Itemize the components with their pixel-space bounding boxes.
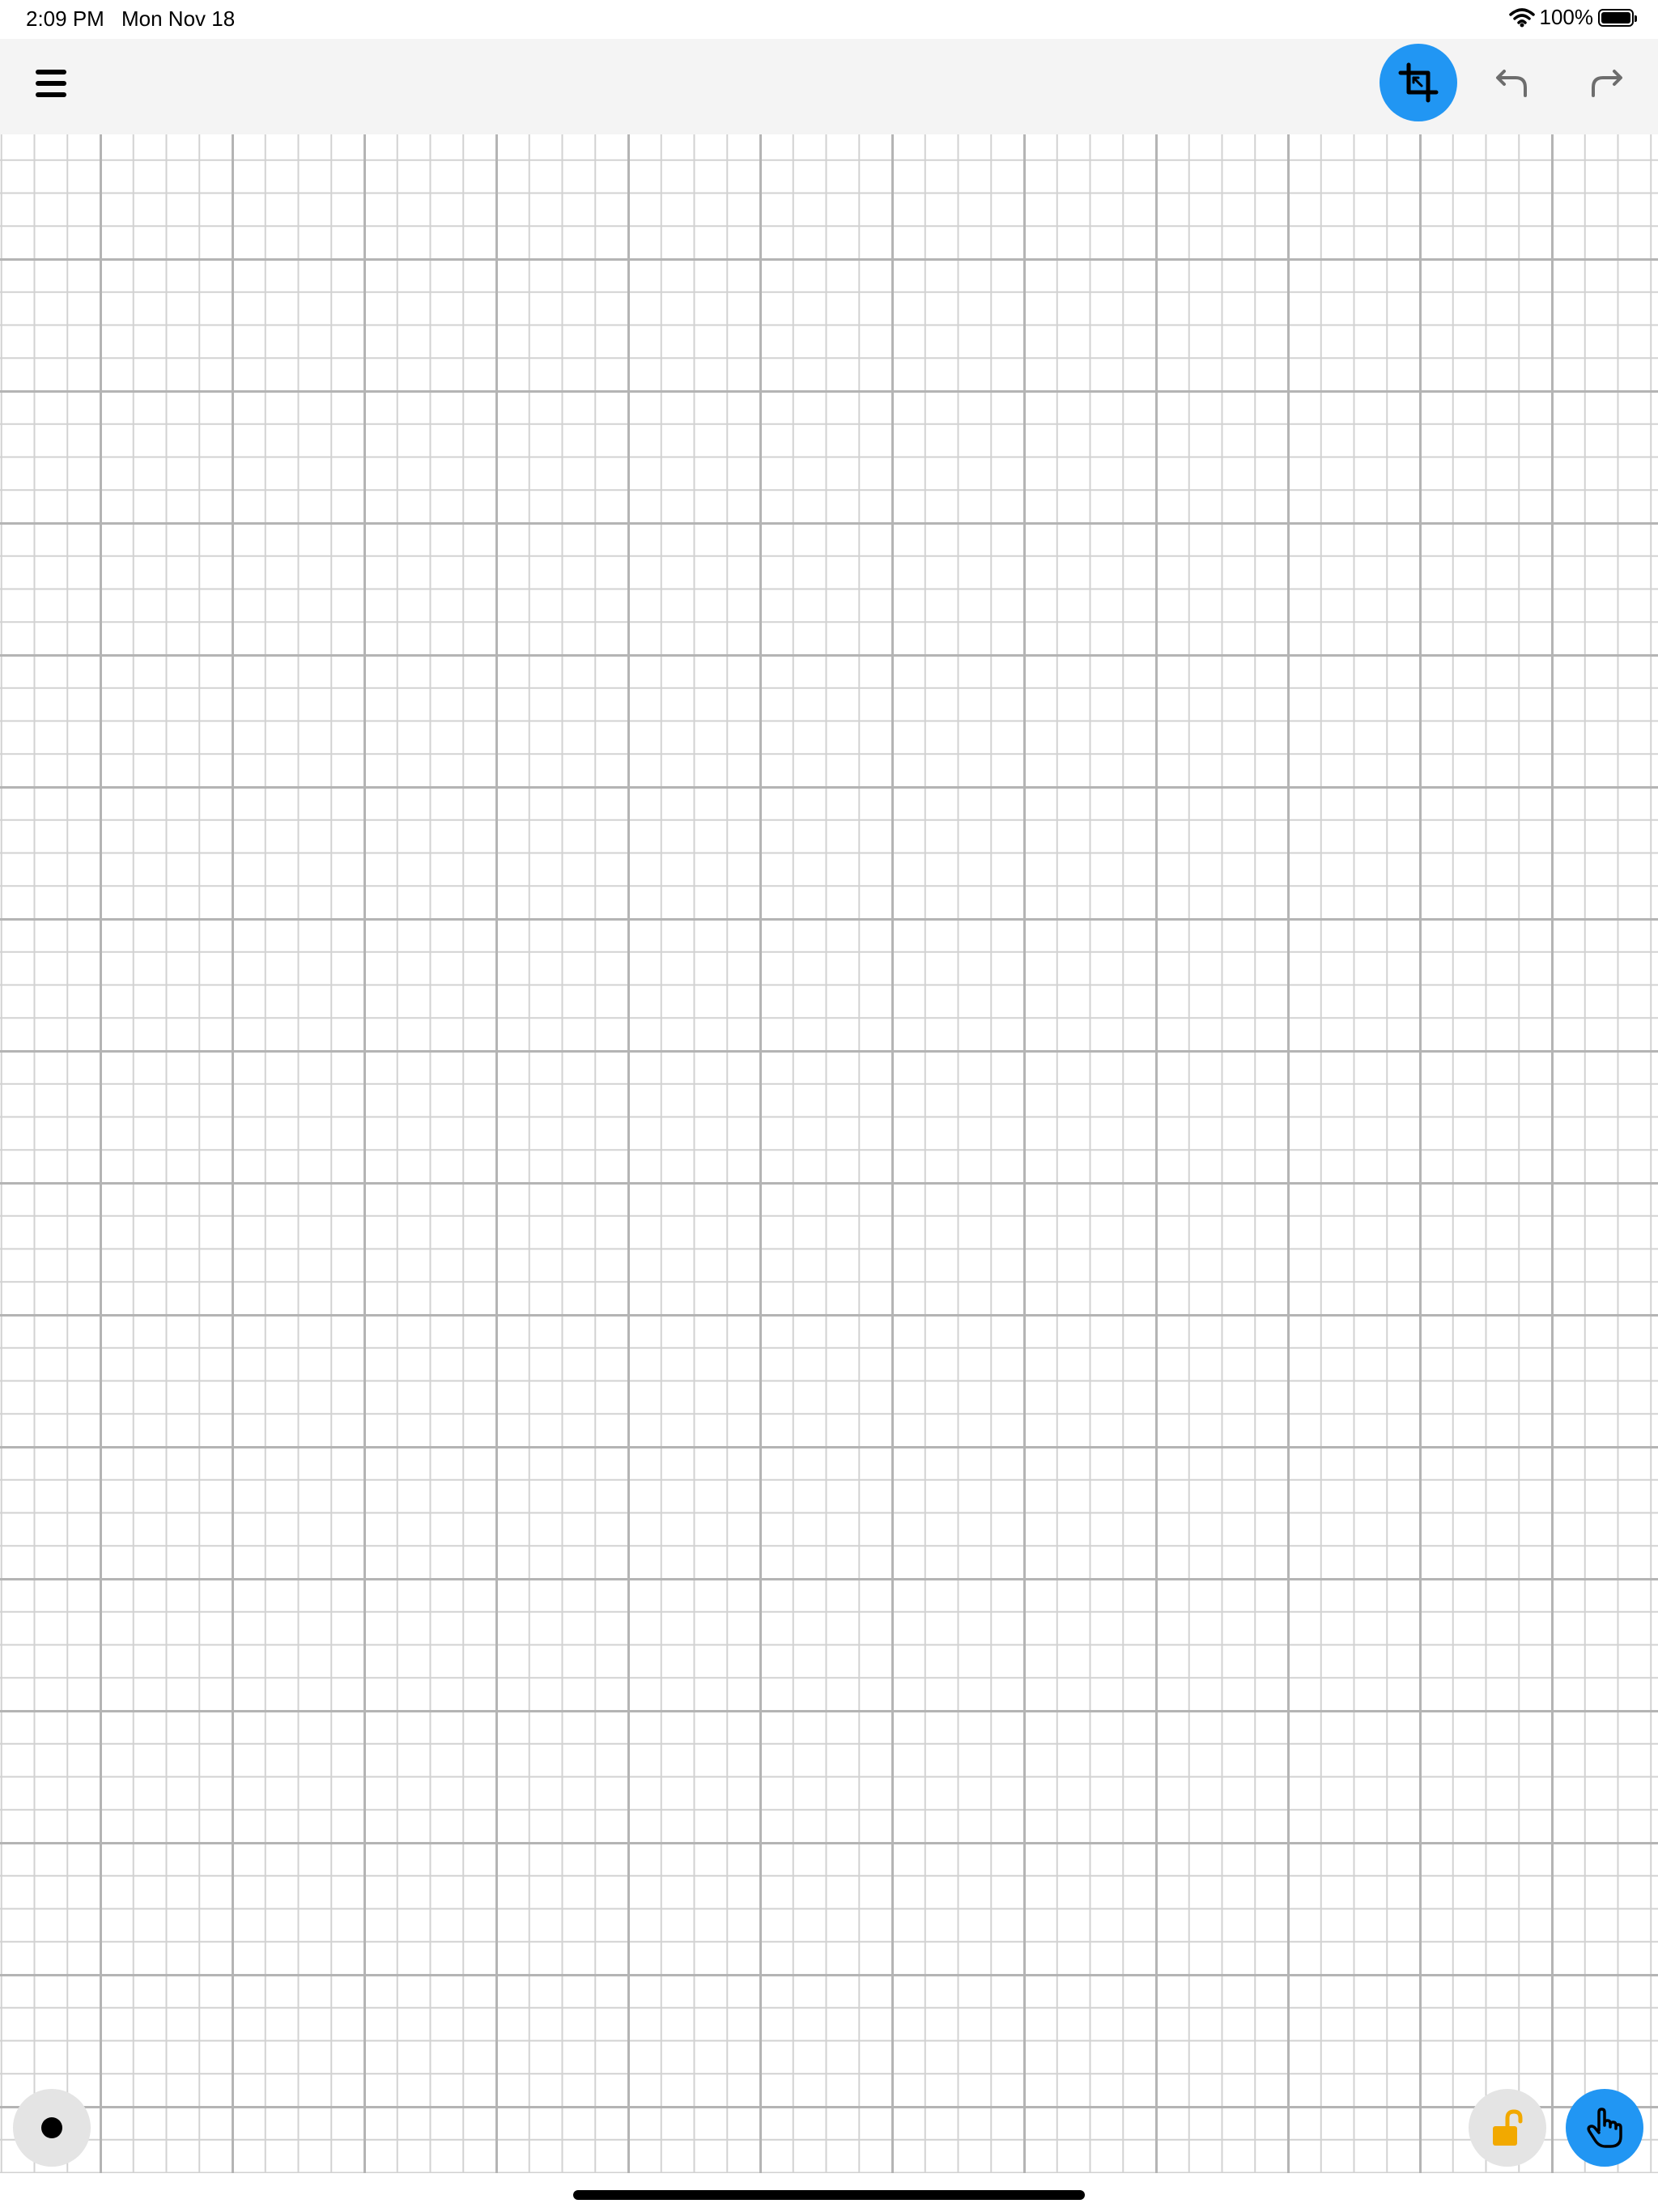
grid-canvas[interactable] bbox=[0, 134, 1658, 2173]
battery-level bbox=[1601, 11, 1630, 23]
undo-button[interactable] bbox=[1490, 60, 1535, 105]
pen-tool-button[interactable] bbox=[13, 2089, 91, 2167]
menu-button[interactable] bbox=[32, 62, 71, 110]
hand-pointer-icon bbox=[1587, 2108, 1622, 2148]
pen-dot-icon bbox=[41, 2117, 62, 2138]
status-time: 2:09 PM bbox=[26, 6, 104, 31]
top-toolbar bbox=[0, 39, 1658, 135]
crop-icon bbox=[1398, 62, 1439, 103]
home-indicator[interactable] bbox=[573, 2190, 1085, 2200]
status-indicators: 100% bbox=[1508, 5, 1637, 30]
app-screen: 2:09 PM Mon Nov 18 100% bbox=[0, 0, 1658, 2212]
battery-cap bbox=[1635, 15, 1637, 22]
lock-button[interactable] bbox=[1469, 2089, 1546, 2167]
battery-icon bbox=[1598, 8, 1637, 27]
touch-mode-button[interactable] bbox=[1566, 2089, 1643, 2167]
unlocked-padlock-icon bbox=[1493, 2109, 1523, 2146]
undo-icon bbox=[1496, 70, 1527, 97]
redo-icon bbox=[1592, 70, 1622, 97]
hamburger-menu-icon bbox=[36, 70, 66, 97]
redo-button[interactable] bbox=[1584, 60, 1629, 105]
status-date: Mon Nov 18 bbox=[121, 6, 236, 31]
wifi-icon bbox=[1508, 7, 1535, 27]
status-bar: 2:09 PM Mon Nov 18 100% bbox=[0, 0, 1658, 39]
battery-percent: 100% bbox=[1539, 5, 1594, 29]
crop-button[interactable] bbox=[1380, 44, 1457, 121]
